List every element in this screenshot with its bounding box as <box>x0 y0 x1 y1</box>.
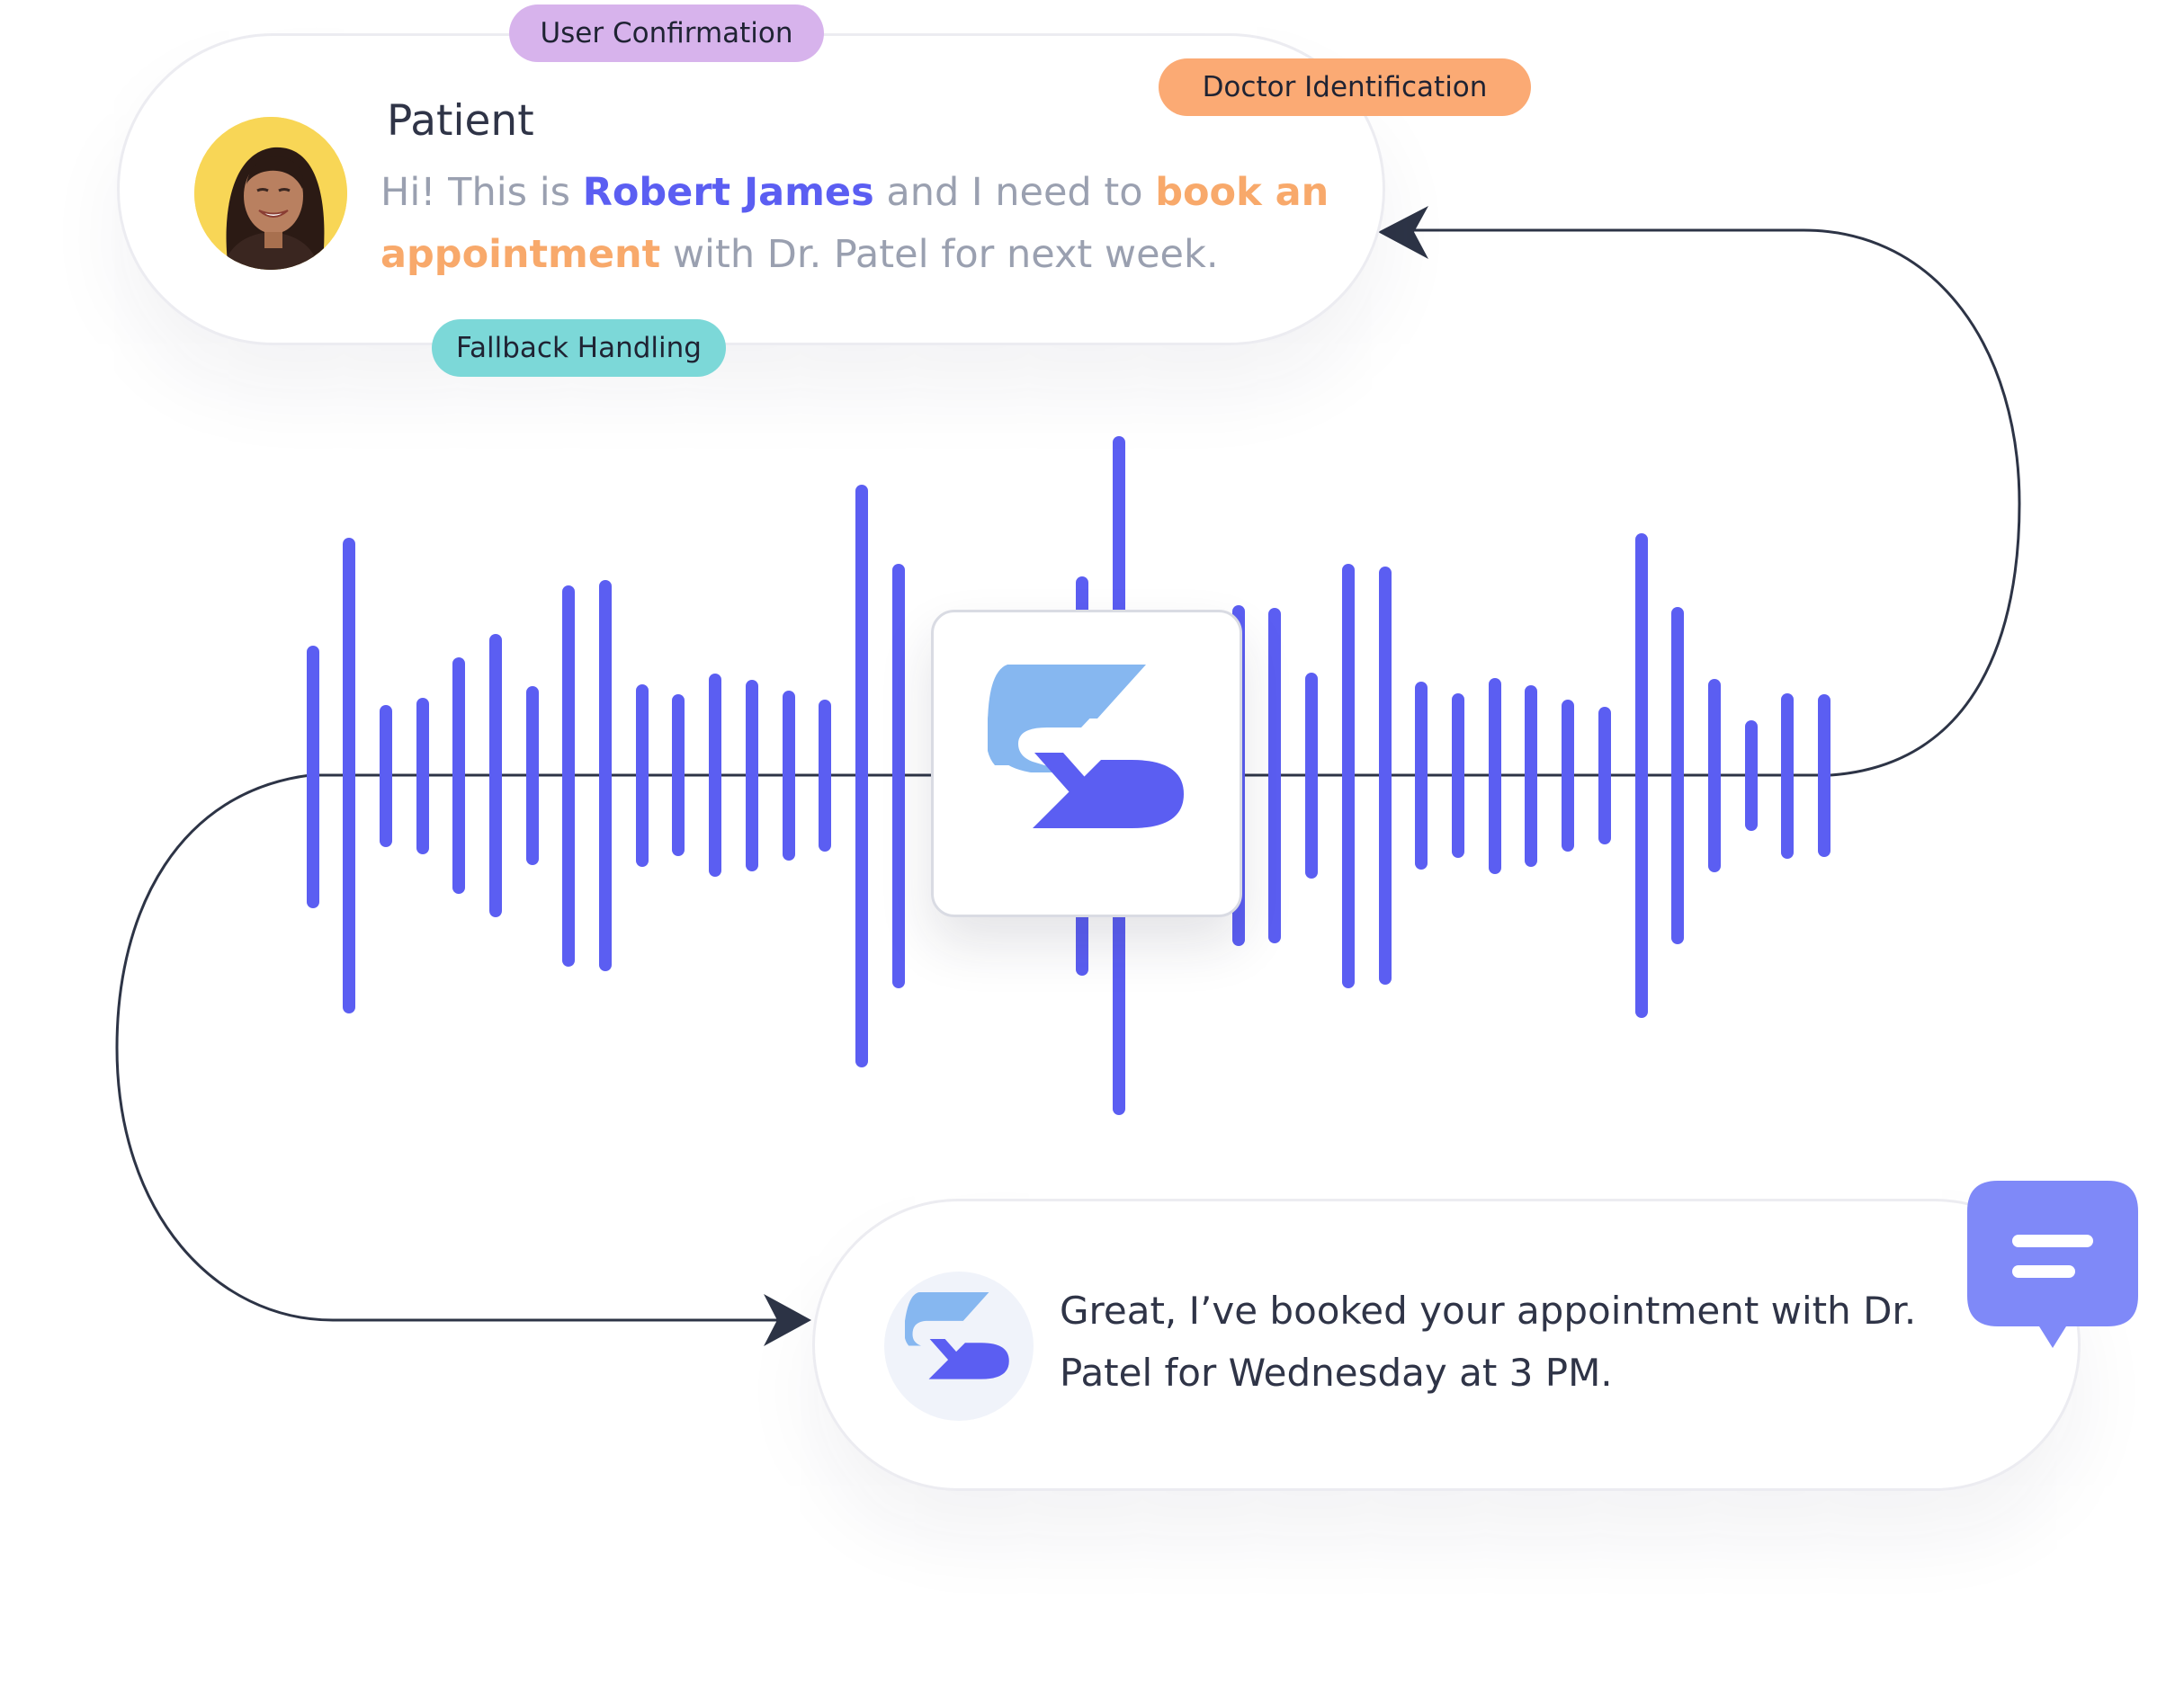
assistant-avatar <box>884 1272 1034 1421</box>
patient-message: Hi! This is Robert James and I need to b… <box>380 162 1334 286</box>
brand-logo-icon <box>905 1292 1009 1379</box>
chat-badge <box>1967 1181 2138 1352</box>
patient-message-intro: Hi! This is <box>380 170 583 215</box>
connector-line-to-patient <box>1390 228 2021 777</box>
patient-speaker-label: Patient <box>387 96 534 146</box>
patient-avatar-icon <box>194 117 347 270</box>
voice-agent-diagram: Patient Hi! This is Robert James and I n… <box>0 0 2184 1687</box>
logo-card <box>931 610 1242 917</box>
assistant-message-bubble: Great, I’ve booked your appointment with… <box>812 1199 2081 1491</box>
assistant-message: Great, I’ve booked your appointment with… <box>1060 1289 1917 1395</box>
patient-avatar <box>194 117 347 270</box>
brand-logo-icon <box>988 665 1184 828</box>
tag-fallback-handling: Fallback Handling <box>432 319 726 377</box>
patient-message-middle: and I need to <box>873 170 1156 215</box>
patient-message-end: with Dr. Patel for next week. <box>660 232 1219 277</box>
tag-user-confirmation: User Confirmation <box>509 4 824 62</box>
patient-name-highlight: Robert James <box>582 170 874 215</box>
connector-arrow-to-patient <box>1378 206 1428 259</box>
chat-bubble-icon <box>1967 1181 2138 1348</box>
tag-doctor-identification: Doctor Identification <box>1159 58 1531 116</box>
